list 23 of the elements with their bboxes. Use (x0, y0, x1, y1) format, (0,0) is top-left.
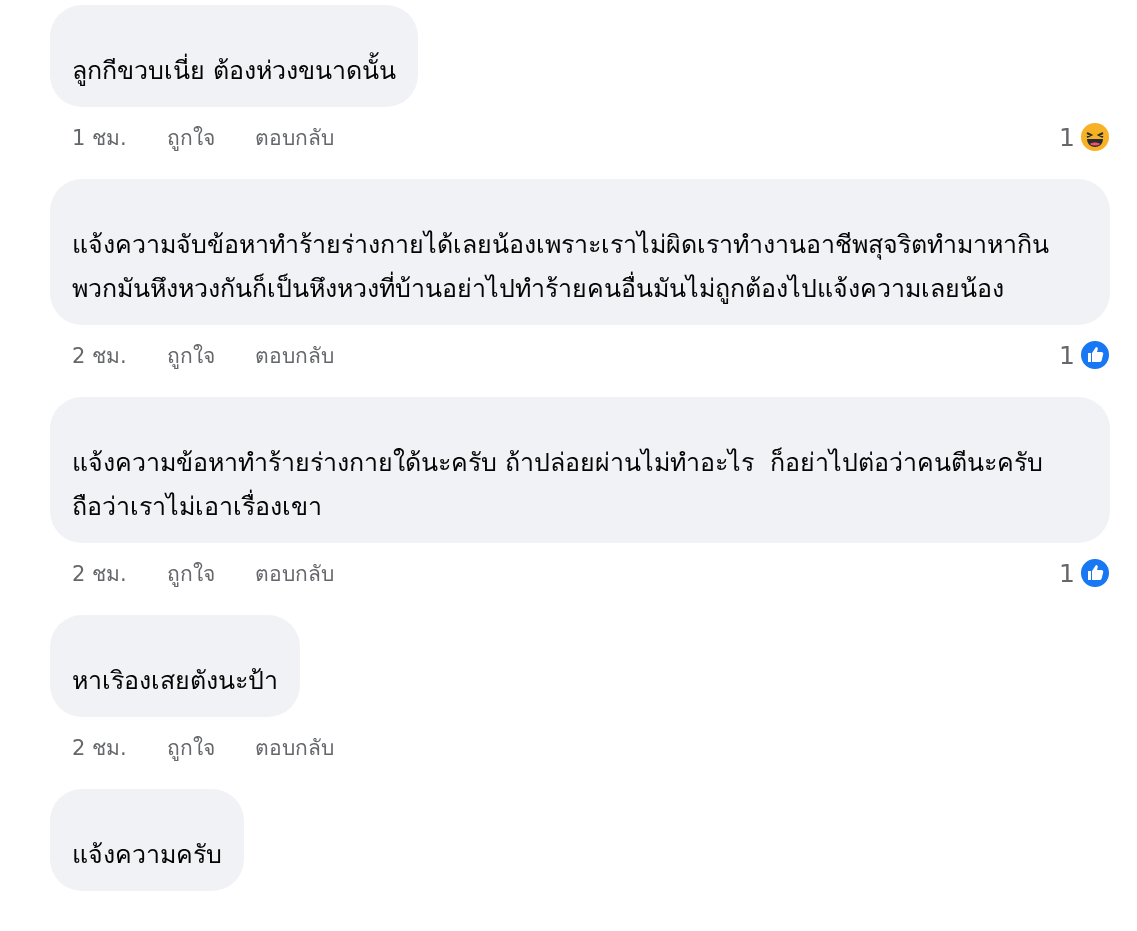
thumbs-up-icon (1079, 557, 1111, 589)
reply-link[interactable]: ตอบกลับ (254, 338, 334, 372)
comment-time: 1 ชม. (72, 124, 127, 152)
thumbs-up-icon (1079, 339, 1111, 371)
reaction-count: 1 (1059, 340, 1075, 370)
like-link[interactable]: ถูกใจ (166, 338, 215, 372)
laughing-face-icon (1079, 121, 1111, 153)
comment-time: 2 ชม. (72, 342, 127, 370)
reaction-count: 1 (1059, 558, 1075, 588)
like-link[interactable]: ถูกใจ (166, 120, 215, 154)
like-link[interactable]: ถูกใจ (166, 556, 215, 590)
comment-text: ลูกกีขวบเนี่ย ต้องห่วงขนาดนั้น (72, 49, 396, 93)
comment-time: 2 ชม. (72, 560, 127, 588)
comment-text: หาเริองเสยตังนะป้า (72, 665, 278, 697)
reply-link[interactable]: ตอบกลับ (254, 556, 334, 590)
comment-text: แจ้งความจับข้อหาทำร้ายร่างกายได้เลยน้องเพราะเราไม่ผิดเราทำงานอาชีพสุจริตทำมาหากินพวกมันหึงหวงกันก็เป็นหึงหวงที่บ้านอย่าไปทำร้ายคนอื่นมันไม่ถูกต้องไปแจ้งความเลยน้อง (72, 229, 1050, 306)
comment-text: แจ้งความครับ (72, 839, 222, 871)
reaction-count: 1 (1059, 122, 1075, 152)
reply-link[interactable]: ตอบกลับ (254, 120, 334, 154)
comment-text: แจ้งความข้อหาทำร้ายร่างกายใด้นะครับ ถ้าปล่อยผ่านไม่ทำอะไร ก็อย่าไปต่อว่าคนตีนะครับถือว่าเราไม่เอาเรื่องเขา (72, 446, 1044, 523)
reply-link[interactable]: ตอบกลับ (254, 730, 334, 764)
like-link[interactable]: ถูกใจ (166, 730, 215, 764)
comment-time: 2 ชม. (72, 734, 127, 762)
